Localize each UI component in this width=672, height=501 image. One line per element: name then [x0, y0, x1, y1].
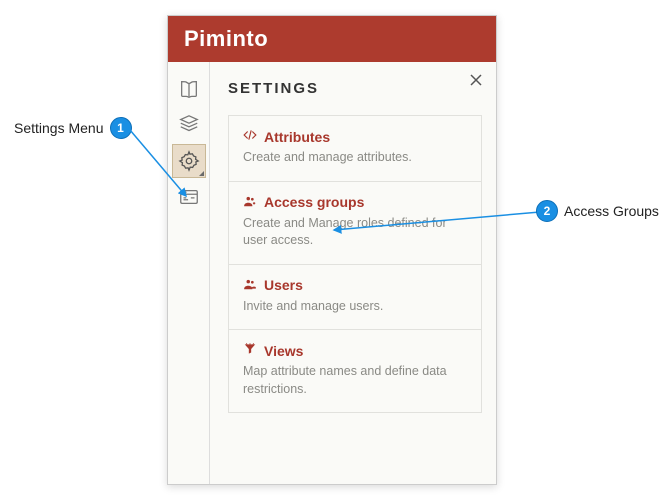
- card-desc: Create and Manage roles defined for user…: [243, 215, 467, 250]
- app-title: Piminto: [184, 26, 268, 52]
- annotation-2: 2 Access Groups: [536, 200, 659, 222]
- close-icon[interactable]: [468, 72, 484, 93]
- settings-list: Attributes Create and manage attributes.…: [228, 115, 482, 413]
- settings-item-views[interactable]: Views Map attribute names and define dat…: [228, 330, 482, 413]
- settings-item-access-groups[interactable]: Access groups Create and Manage roles de…: [228, 182, 482, 265]
- card-label: Access groups: [264, 194, 364, 210]
- card-desc: Map attribute names and define data rest…: [243, 363, 467, 398]
- annotation-badge-2: 2: [536, 200, 558, 222]
- sidebar: [168, 62, 210, 484]
- annotation-2-label: Access Groups: [564, 203, 659, 219]
- book-icon[interactable]: [172, 72, 206, 106]
- card-label: Users: [264, 277, 303, 293]
- annotation-1: Settings Menu 1: [14, 117, 132, 139]
- settings-item-attributes[interactable]: Attributes Create and manage attributes.: [228, 116, 482, 182]
- stack-icon[interactable]: [172, 108, 206, 142]
- card-label: Attributes: [264, 129, 330, 145]
- settings-panel: SETTINGS Attributes Create and manage at…: [210, 62, 496, 484]
- code-icon: [243, 128, 257, 145]
- browser-icon[interactable]: [172, 180, 206, 214]
- card-label: Views: [264, 343, 303, 359]
- app-header: Piminto: [168, 16, 496, 62]
- card-desc: Create and manage attributes.: [243, 149, 467, 167]
- settings-item-users[interactable]: Users Invite and manage users.: [228, 265, 482, 331]
- panel-title: SETTINGS: [228, 80, 482, 97]
- app-body: SETTINGS Attributes Create and manage at…: [168, 62, 496, 484]
- users-icon: [243, 277, 257, 294]
- card-desc: Invite and manage users.: [243, 298, 467, 316]
- app-window: Piminto SETTINGS: [167, 15, 497, 485]
- users-plus-icon: [243, 194, 257, 211]
- annotation-1-label: Settings Menu: [14, 120, 104, 136]
- annotation-badge-1: 1: [110, 117, 132, 139]
- settings-icon[interactable]: [172, 144, 206, 178]
- funnel-icon: [243, 342, 257, 359]
